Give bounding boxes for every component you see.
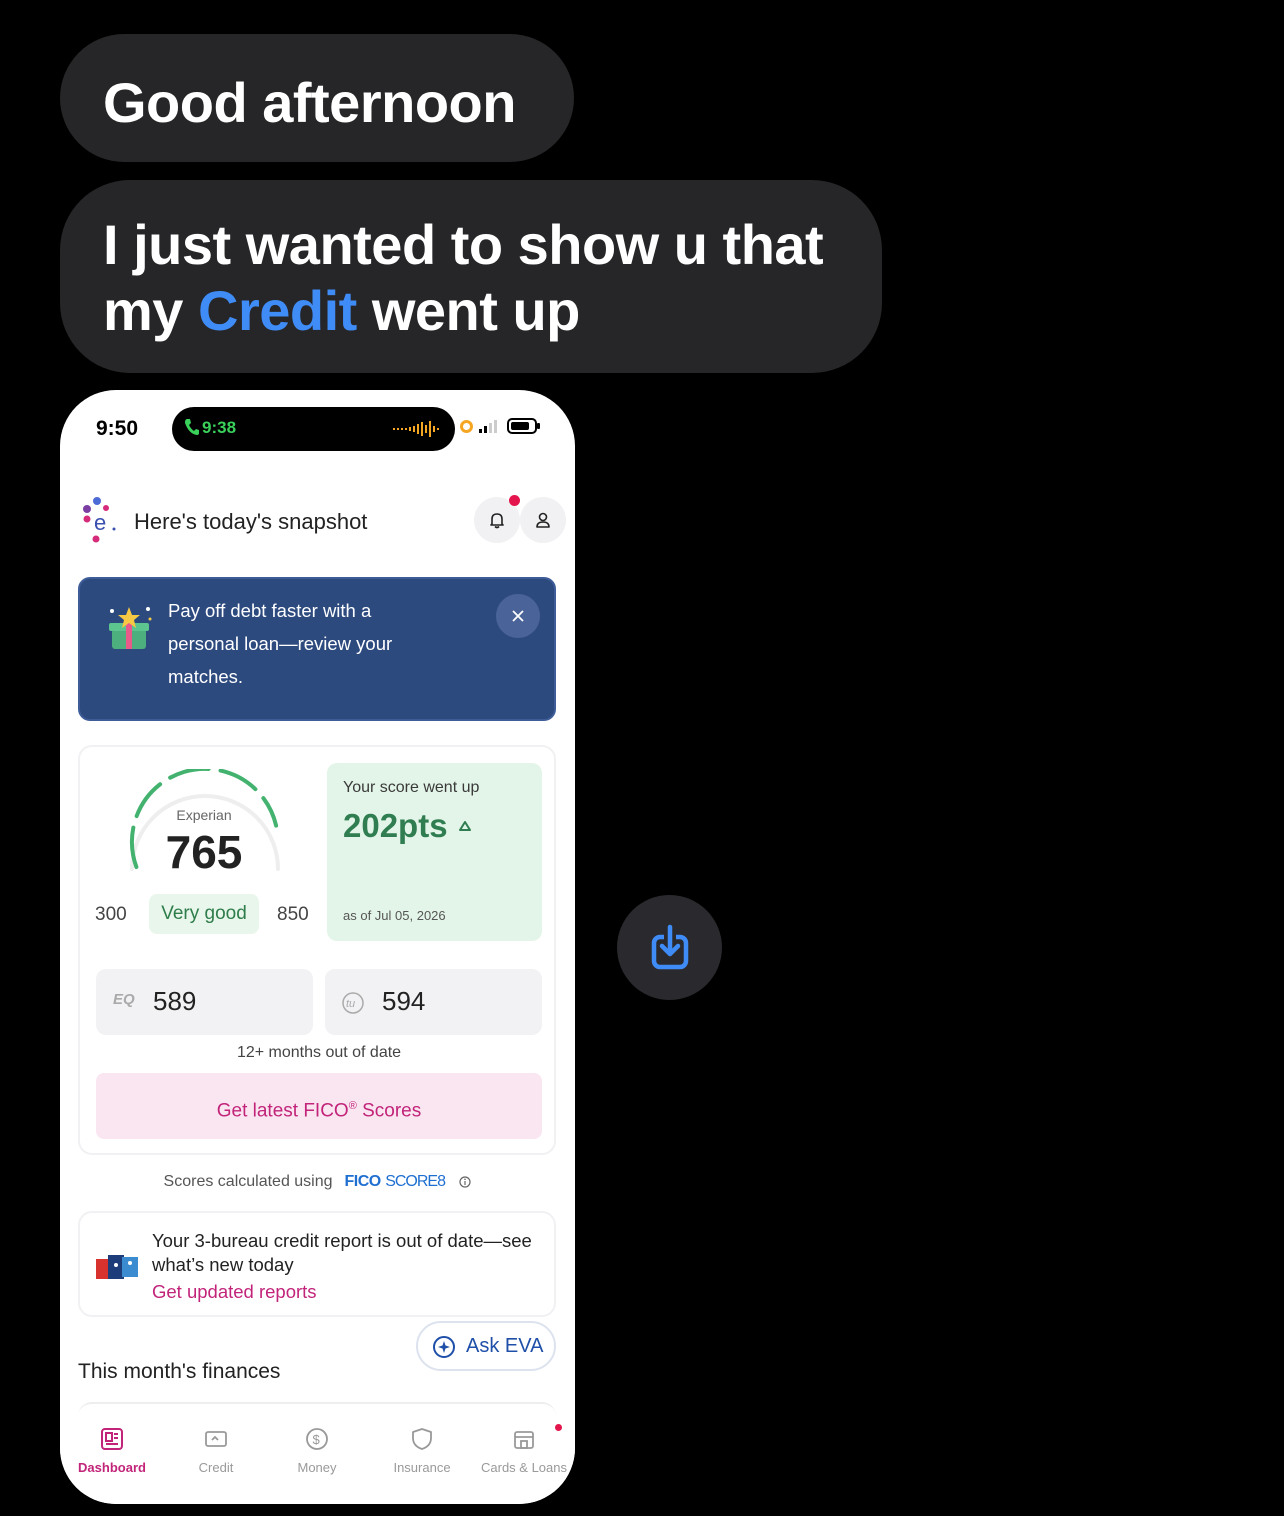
score-min: 300 [95,904,127,925]
credit-score-card[interactable]: Experian 765 300 Very good 850 Your scor… [78,745,556,1155]
download-icon [651,924,688,969]
score-change-value: 202pts [343,807,448,844]
get-fico-scores-button[interactable]: Get latest FICO® Scores [96,1073,542,1139]
signal-icon [479,420,497,433]
dynamic-island: 9:38 [172,407,455,451]
tab-credit[interactable]: Credit [164,1426,268,1475]
dashboard-icon [101,1428,123,1450]
message-text-end: went up [356,279,581,342]
fico-brand: FICO [344,1173,382,1190]
svg-text:e: e [94,510,106,535]
shield-icon [412,1428,432,1450]
status-indicators [460,418,541,434]
store-icon [514,1431,534,1449]
ask-eva-label: Ask EVA [466,1335,544,1357]
score-change-panel[interactable]: Your score went up 202pts as of Jul 05, … [327,763,542,941]
fico-button-suffix: Scores [356,1100,422,1122]
notifications-button[interactable] [474,495,520,543]
score-date: as of Jul 05, 2026 [343,908,446,923]
tab-label: Insurance [393,1460,451,1475]
score-change-label: Your score went up [343,779,480,796]
score-max: 850 [277,904,309,925]
message-bubble-greeting[interactable]: Good afternoon [60,34,574,162]
ask-eva-button[interactable]: Ask EVA [416,1321,556,1371]
transunion-score-tile[interactable]: tu 594 [325,969,542,1035]
tab-label: Money [297,1460,337,1475]
transunion-score: 594 [382,986,426,1016]
svg-text:$: $ [313,1432,321,1447]
tab-label: Credit [198,1460,234,1475]
tab-money[interactable]: $ Money [265,1426,369,1475]
score-model-note: Scores calculated using FICO SCORE8 [60,1173,575,1191]
phone-icon [185,419,199,435]
get-updated-reports-link[interactable]: Get updated reports [152,1281,317,1303]
outdated-notice: 12+ months out of date [236,1044,402,1061]
experian-logo-icon: e [83,497,116,543]
user-icon [536,512,550,528]
page-title: Here's today's snapshot [134,509,368,534]
message-text: Good afternoon [103,71,516,134]
waveform-icon [393,421,439,437]
close-banner-button[interactable] [496,594,540,638]
credit-card-icon [205,1431,227,1447]
battery-icon [507,418,540,434]
report-message: Your 3-bureau credit report is out of da… [152,1230,532,1275]
tab-label: Cards & Loans [481,1460,567,1475]
personal-loan-banner[interactable]: Pay off debt faster with a personal loan… [78,577,556,721]
save-image-button[interactable] [617,895,722,1000]
info-icon[interactable] [459,1176,472,1188]
calc-text: Scores calculated using [163,1173,333,1190]
message-bubble-credit[interactable]: I just wanted to show u that my Credit w… [60,180,882,373]
credit-score-value: 765 [165,826,243,878]
equifax-score: 589 [153,986,197,1016]
mic-indicator-icon [460,419,473,433]
sparkle-chat-icon [433,1336,455,1358]
equifax-logo-icon: EQ [113,991,135,1008]
bottom-tab-bar: Dashboard Credit $ Money Insurance Cards… [60,1418,575,1504]
section-title: This month's finances [78,1360,281,1383]
tab-cards-loans[interactable]: Cards & Loans [472,1424,575,1475]
app-header: e Here's today's snapshot [80,495,566,545]
tab-insurance[interactable]: Insurance [370,1426,474,1475]
equifax-score-tile[interactable]: EQ 589 [96,969,313,1035]
transunion-logo-icon: tu [342,992,364,1014]
gift-box-icon [109,607,152,649]
profile-button[interactable] [520,497,566,543]
score-rating-badge: Very good [149,894,259,934]
registered-mark: ® [348,1100,357,1112]
tab-badge [555,1424,562,1431]
credit-link[interactable]: Credit [198,279,357,342]
fico-score-label: SCORE8 [385,1173,446,1190]
svg-text:tu: tu [346,998,355,1010]
bell-icon [490,513,504,529]
tab-label: Dashboard [78,1460,146,1475]
shared-screenshot[interactable]: 9:50 9:38 e Here's today's snapshot Pay … [60,390,575,1504]
close-icon [512,610,524,622]
credit-report-card[interactable]: Your 3-bureau credit report is out of da… [78,1211,556,1317]
fico-button-label: Get latest FICO [216,1100,349,1122]
tab-dashboard[interactable]: Dashboard [60,1426,164,1475]
dollar-icon: $ [306,1428,328,1450]
status-time: 9:50 [96,417,139,440]
notification-badge [509,495,520,506]
score-bureau-label: Experian [176,807,232,823]
promo-text: Pay off debt faster with a personal loan… [168,600,393,687]
credit-reports-icon [96,1255,138,1279]
triangle-up-icon [459,821,471,831]
call-time: 9:38 [202,418,237,437]
status-bar: 9:50 9:38 [60,390,575,470]
